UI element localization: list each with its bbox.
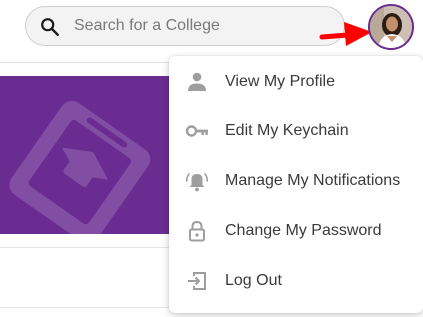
content-divider [0, 247, 190, 248]
college-banner-graphic [9, 100, 151, 234]
menu-item-manage-notifications[interactable]: Manage My Notifications [169, 159, 423, 203]
search-bar[interactable] [25, 6, 345, 46]
menu-item-label: Log Out [225, 272, 282, 289]
content-divider [0, 307, 190, 308]
annotation-arrow [319, 22, 372, 46]
search-input[interactable] [74, 11, 334, 41]
logout-icon [188, 272, 206, 290]
menu-item-label: View My Profile [225, 73, 335, 90]
menu-item-label: Edit My Keychain [225, 122, 349, 139]
menu-item-change-password[interactable]: Change My Password [169, 209, 423, 253]
bell-icon [185, 173, 209, 192]
menu-item-log-out[interactable]: Log Out [169, 259, 423, 303]
menu-item-label: Change My Password [225, 222, 382, 239]
avatar-photo [370, 6, 412, 48]
user-avatar-button[interactable] [368, 4, 414, 50]
key-icon [185, 125, 208, 137]
menu-item-view-profile[interactable]: View My Profile [169, 60, 423, 104]
person-icon [188, 72, 206, 91]
user-dropdown-menu: View My Profile Edit My Keychain Manage … [169, 56, 423, 313]
lock-icon [189, 220, 205, 242]
search-icon [41, 18, 59, 36]
menu-item-label: Manage My Notifications [225, 172, 401, 189]
college-banner [0, 76, 190, 234]
menu-item-edit-keychain[interactable]: Edit My Keychain [169, 109, 423, 153]
